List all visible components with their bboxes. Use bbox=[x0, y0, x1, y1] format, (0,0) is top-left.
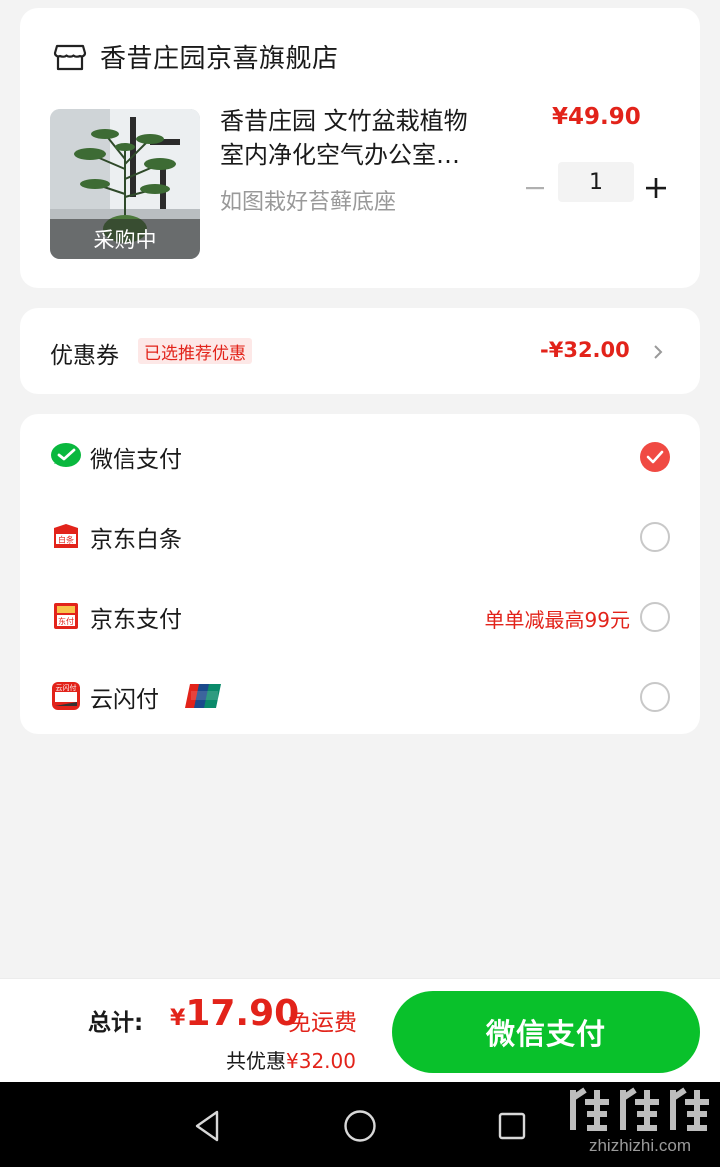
home-circle-icon bbox=[344, 1110, 376, 1142]
watermark-logo-icon bbox=[570, 1087, 709, 1131]
radio-unchecked[interactable] bbox=[640, 602, 670, 632]
store-icon bbox=[53, 44, 87, 70]
payment-option-baitiao[interactable]: 白条 京东白条 bbox=[20, 496, 700, 576]
quantity-value[interactable]: 1 bbox=[558, 162, 634, 202]
coupon-row[interactable]: 优惠券 已选推荐优惠 -¥32.00 bbox=[20, 308, 700, 394]
check-icon bbox=[646, 450, 664, 464]
saving-amount: ¥32.00 bbox=[286, 1049, 356, 1073]
total-value: 17.90 bbox=[185, 993, 300, 1034]
payment-label: 云闪付 bbox=[90, 687, 159, 713]
nav-home-button[interactable] bbox=[338, 1104, 382, 1148]
coupon-label: 优惠券 bbox=[50, 343, 119, 369]
total-currency: ¥ bbox=[170, 1006, 186, 1031]
product-title[interactable]: 香昔庄园 文竹盆栽植物 室内净化空气办公室… bbox=[220, 104, 500, 172]
radio-checked[interactable] bbox=[640, 442, 670, 472]
nav-back-button[interactable] bbox=[185, 1104, 229, 1148]
product-thumbnail[interactable]: 采购中 bbox=[50, 109, 200, 259]
nav-recents-button[interactable] bbox=[490, 1104, 534, 1148]
store-name: 香昔庄园京喜旗舰店 bbox=[100, 44, 339, 74]
radio-unchecked[interactable] bbox=[640, 682, 670, 712]
recents-square-icon bbox=[498, 1112, 526, 1140]
saving-prefix: 共优惠 bbox=[226, 1049, 286, 1073]
payment-option-quickpass[interactable]: 云闪付 云闪付 bbox=[20, 656, 700, 736]
unionpay-logo-icon bbox=[185, 684, 221, 708]
back-triangle-icon bbox=[195, 1110, 219, 1142]
product-title-line2: 室内净化空气办公室… bbox=[220, 141, 460, 169]
total-amount: ¥17.90 bbox=[170, 993, 299, 1034]
svg-text:白条: 白条 bbox=[58, 535, 74, 545]
wechat-pay-icon bbox=[51, 443, 81, 467]
svg-text:云闪付: 云闪付 bbox=[56, 683, 77, 692]
quantity-increase-button[interactable] bbox=[640, 166, 672, 210]
product-title-line1: 香昔庄园 文竹盆栽植物 bbox=[220, 107, 468, 135]
coupon-amount: -¥32.00 bbox=[540, 338, 630, 362]
minus-icon bbox=[526, 187, 544, 190]
payment-label: 京东白条 bbox=[90, 527, 182, 553]
jd-pay-icon: 东付 bbox=[54, 603, 78, 629]
payment-label: 京东支付 bbox=[90, 607, 182, 633]
free-shipping-label: 免运费 bbox=[288, 1010, 357, 1036]
product-price: ¥49.90 bbox=[552, 104, 641, 130]
payment-option-jdpay[interactable]: 东付 京东支付 单单减最高99元 bbox=[20, 576, 700, 656]
payment-methods-card: 微信支付 白条 京东白条 东付 京东支付 单单减最高99元 云闪付 云闪付 bbox=[20, 414, 700, 734]
payment-promo-note: 单单减最高99元 bbox=[484, 608, 630, 632]
radio-unchecked[interactable] bbox=[640, 522, 670, 552]
checkout-bar: 总计: ¥17.90 免运费 共优惠¥32.00 微信支付 bbox=[0, 978, 720, 1082]
watermark: zhizhizhi.com bbox=[565, 1084, 715, 1164]
quickpass-icon: 云闪付 bbox=[52, 682, 80, 710]
thumb-status: 采购中 bbox=[50, 219, 200, 259]
store-header[interactable]: 香昔庄园京喜旗舰店 bbox=[52, 38, 339, 75]
payment-label: 微信支付 bbox=[90, 447, 182, 473]
system-nav-bar: zhizhizhi.com bbox=[0, 1082, 720, 1167]
payment-option-wechat[interactable]: 微信支付 bbox=[20, 416, 700, 496]
coupon-tag: 已选推荐优惠 bbox=[138, 338, 252, 364]
chevron-right-icon bbox=[654, 345, 663, 359]
total-saving: 共优惠¥32.00 bbox=[226, 1045, 356, 1074]
svg-text:东付: 东付 bbox=[58, 616, 74, 626]
plus-icon bbox=[646, 178, 666, 198]
watermark-text: zhizhizhi.com bbox=[588, 1136, 692, 1155]
pay-button[interactable]: 微信支付 bbox=[392, 991, 700, 1073]
total-label: 总计: bbox=[88, 1010, 144, 1036]
product-spec: 如图栽好苔藓底座 bbox=[220, 190, 397, 215]
store-card: 香昔庄园京喜旗舰店 采购中 香昔庄园 文竹盆栽植物 室内净化空气办公室… 如图栽… bbox=[20, 8, 700, 288]
jd-baitiao-icon: 白条 bbox=[54, 524, 78, 548]
quantity-decrease-button[interactable] bbox=[520, 166, 550, 210]
